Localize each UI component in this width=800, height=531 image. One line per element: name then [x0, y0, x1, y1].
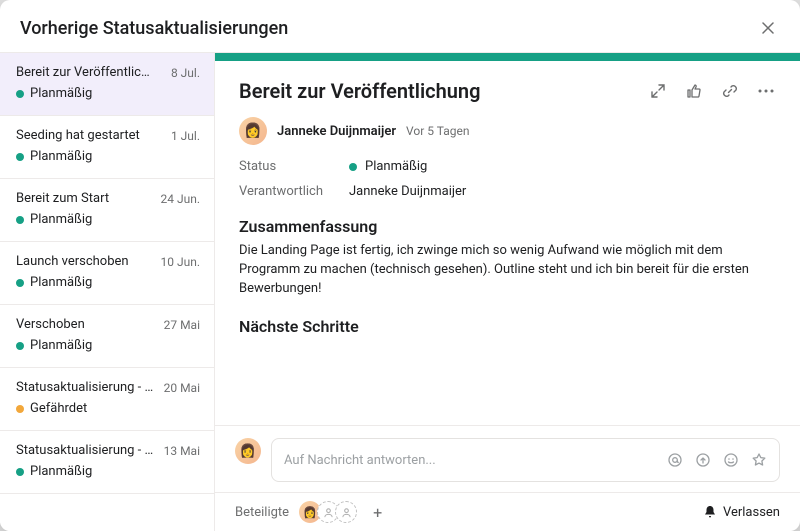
sidebar-item-date: 1 Jul. [171, 129, 200, 143]
meta-status-value: Planmäßig [349, 159, 776, 174]
content-area: Bereit zur Veröffentlichung [215, 61, 800, 425]
modal-body: Bereit zur Veröffentlichung 8 Jul. Planmäß… [0, 52, 800, 531]
sidebar-item-title: Statusaktualisierung - 20 ... [16, 380, 156, 395]
sidebar-status-label: Planmäßig [30, 212, 92, 227]
expand-button[interactable] [648, 81, 668, 101]
modal-header: Vorherige Statusaktualisierungen [0, 0, 800, 52]
summary-heading: Zusammenfassung [239, 217, 776, 236]
reply-input[interactable]: Auf Nachricht antworten... [271, 438, 780, 482]
reply-toolbar [667, 452, 767, 468]
sidebar-status-label: Planmäßig [30, 149, 92, 164]
meta-owner-value: Janneke Duijnmaijer [349, 184, 776, 199]
author-time: Vor 5 Tagen [406, 124, 470, 138]
status-dot-icon [349, 163, 357, 171]
sidebar-status-label: Gefährdet [30, 401, 87, 416]
content-header: Bereit zur Veröffentlichung [239, 79, 776, 103]
meta-grid: Status Planmäßig Verantwortlich Janneke … [239, 159, 776, 199]
status-dot-icon [16, 90, 24, 98]
emoji-icon[interactable] [723, 452, 739, 468]
more-actions-button[interactable] [756, 81, 776, 101]
sidebar-item[interactable]: Statusaktualisierung - 20 ... 20 Mai Gefäh… [0, 368, 214, 431]
close-icon [760, 20, 776, 36]
meta-status-label: Status [239, 159, 349, 174]
sidebar-item-title: Statusaktualisierung - 13 ... [16, 443, 156, 458]
content-actions [648, 81, 776, 101]
sidebar-item-title: Launch verschoben [16, 254, 129, 269]
mention-icon[interactable] [667, 452, 683, 468]
update-title: Bereit zur Veröffentlichung [239, 79, 480, 103]
footer: Beteiligte 👩 + Verlassen [215, 492, 800, 531]
sidebar-item-date: 8 Jul. [171, 66, 200, 80]
add-follower-button[interactable]: + [373, 503, 382, 522]
more-icon [758, 89, 774, 93]
sidebar-item-title: Verschoben [16, 317, 85, 332]
sidebar-item[interactable]: Launch verschoben 10 Jun. Planmäßig [0, 242, 214, 305]
next-steps-heading: Nächste Schritte [239, 317, 776, 336]
sidebar-status-label: Planmäßig [30, 275, 92, 290]
sidebar-item-date: 24 Jun. [161, 192, 201, 206]
record-icon[interactable] [695, 452, 711, 468]
status-updates-modal: Vorherige Statusaktualisierungen Bereit … [0, 0, 800, 531]
close-button[interactable] [754, 14, 782, 42]
author-name: Janneke Duijnmaijer [277, 124, 396, 139]
thumbs-up-icon [686, 83, 702, 99]
status-dot-icon [16, 468, 24, 476]
status-dot-icon [16, 405, 24, 413]
sidebar-item[interactable]: Bereit zum Start 24 Jun. Planmäßig [0, 179, 214, 242]
followers-area: Beteiligte 👩 + [235, 501, 382, 523]
status-dot-icon [16, 279, 24, 287]
person-icon [323, 507, 334, 518]
sidebar-item-date: 10 Jun. [161, 255, 201, 269]
bell-icon [703, 505, 717, 519]
copy-link-button[interactable] [720, 81, 740, 101]
reply-area: 👩 Auf Nachricht antworten... [215, 425, 800, 492]
sidebar-item[interactable]: Seeding hat gestartet 1 Jul. Planmäßig [0, 116, 214, 179]
link-icon [722, 83, 738, 99]
modal-title: Vorherige Statusaktualisierungen [20, 18, 288, 39]
followers-label: Beteiligte [235, 505, 289, 520]
sidebar-item-date: 13 Mai [164, 444, 200, 458]
person-icon [341, 507, 352, 518]
author-row: 👩 Janneke Duijnmaijer Vor 5 Tagen [239, 117, 776, 145]
leave-label: Verlassen [723, 505, 780, 520]
sidebar-item-date: 20 Mai [164, 381, 200, 395]
summary-body: Die Landing Page ist fertig, ich zwinge … [239, 242, 776, 299]
sidebar-item-title: Seeding hat gestartet [16, 128, 140, 143]
status-dot-icon [16, 342, 24, 350]
accent-bar [215, 53, 800, 61]
author-avatar[interactable]: 👩 [239, 117, 267, 145]
sidebar-status-label: Planmäßig [30, 338, 92, 353]
sidebar-item[interactable]: Bereit zur Veröffentlichung 8 Jul. Planmäß… [0, 53, 214, 116]
follower-placeholder[interactable] [335, 501, 357, 523]
status-dot-icon [16, 153, 24, 161]
sidebar[interactable]: Bereit zur Veröffentlichung 8 Jul. Planmäß… [0, 53, 215, 531]
sidebar-item[interactable]: Verschoben 27 Mai Planmäßig [0, 305, 214, 368]
leave-button[interactable]: Verlassen [703, 505, 780, 520]
status-text: Planmäßig [365, 159, 427, 174]
sidebar-item-date: 27 Mai [164, 318, 200, 332]
sidebar-item-title: Bereit zur Veröffentlichung [16, 65, 156, 80]
reply-avatar: 👩 [235, 438, 261, 464]
follower-avatars: 👩 [299, 501, 357, 523]
sidebar-status-label: Planmäßig [30, 86, 92, 101]
reply-placeholder: Auf Nachricht antworten... [284, 453, 436, 468]
sidebar-item-title: Bereit zum Start [16, 191, 109, 206]
like-button[interactable] [684, 81, 704, 101]
status-dot-icon [16, 216, 24, 224]
meta-owner-label: Verantwortlich [239, 184, 349, 199]
sidebar-item[interactable]: Statusaktualisierung - 13 ... 13 Mai Planm… [0, 431, 214, 494]
appreciate-icon[interactable] [751, 452, 767, 468]
sidebar-status-label: Planmäßig [30, 464, 92, 479]
main-panel: Bereit zur Veröffentlichung [215, 53, 800, 531]
expand-icon [650, 83, 666, 99]
